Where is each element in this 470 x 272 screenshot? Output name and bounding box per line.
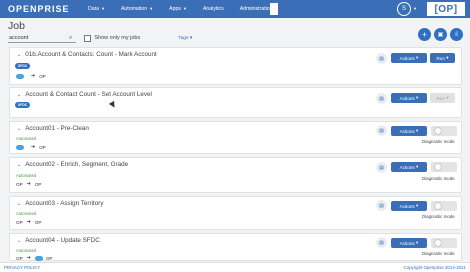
actions-button[interactable]: Actions ▾ [391, 53, 427, 63]
main-nav: Data ▼ Automation ▼ Apps ▼ Analytics Admini… [88, 6, 295, 12]
briefcase-icon: ▣ [437, 32, 444, 38]
job-search-input[interactable] [8, 33, 76, 43]
job-flow: OP ➜ OP [16, 255, 53, 261]
job-card[interactable]: ⌄ Account04 - Update SFDC Automated OP ➜ … [9, 233, 462, 261]
chevron-down-icon: ▼ [149, 6, 154, 11]
arrow-right-icon: ➜ [31, 144, 36, 150]
diagnostic-mode-label: Diagnostic mode [422, 176, 455, 181]
import-icon: ⇩ [453, 32, 460, 38]
toggle-knob [434, 202, 442, 210]
user-avatar[interactable]: S [397, 2, 411, 16]
page-title: Job [8, 20, 25, 32]
tag-badge: SFDC [15, 63, 31, 69]
arrow-right-icon: ➜ [26, 181, 31, 187]
diagnostic-mode-label: Diagnostic mode [422, 214, 455, 219]
show-only-my-jobs-checkbox[interactable] [84, 34, 92, 42]
document-icon[interactable]: ▤ [376, 200, 387, 211]
toggle-knob [434, 127, 442, 135]
tags-dropdown[interactable]: Tags ▾ [178, 36, 192, 41]
diagnostic-mode-toggle[interactable] [431, 238, 457, 248]
job-title[interactable]: ⌄ Account03 - Assign Territory [17, 200, 103, 207]
page-footer: PRIVACY POLICY Copyright Openprise 2014-… [0, 262, 470, 272]
chevron-down-icon[interactable]: ⌄ [17, 92, 21, 98]
chevron-down-icon[interactable]: ⌄ [17, 162, 21, 168]
global-search-box[interactable] [270, 3, 278, 15]
job-card[interactable]: ⌄ Account02 - Enrich, Segment, Grade Auto… [9, 157, 462, 193]
arrow-right-icon: ➜ [26, 219, 31, 225]
diagnostic-mode-toggle[interactable] [431, 201, 457, 211]
status-label: Automated [16, 136, 37, 141]
show-only-my-jobs-label: Show only my jobs [94, 35, 141, 41]
copyright-text: Copyright Openprise 2014-2021 [403, 265, 467, 270]
import-job-button[interactable]: ⇩ [450, 28, 463, 41]
job-card[interactable]: ⌄ Account & Contact Count - Set Account L… [9, 87, 462, 118]
actions-button[interactable]: Actions ▾ [391, 162, 427, 172]
job-title[interactable]: ⌄ Account01 - Pre-Clean [17, 125, 89, 132]
salesforce-cloud-icon [34, 255, 43, 261]
diagnostic-mode-label: Diagnostic mode [422, 251, 455, 256]
add-job-button[interactable]: + [418, 28, 431, 41]
toggle-knob [434, 239, 442, 247]
chevron-down-icon[interactable]: ⌄ [17, 52, 21, 58]
job-flow: ➜ OP [16, 144, 46, 150]
chevron-down-icon[interactable]: ⌄ [17, 126, 21, 132]
document-icon[interactable]: ▤ [376, 125, 387, 136]
privacy-policy-link[interactable]: PRIVACY POLICY [4, 265, 40, 270]
nav-analytics[interactable]: Analytics [203, 6, 224, 12]
run-button[interactable]: Run ▾ [430, 53, 455, 63]
status-label: Automated [16, 173, 37, 178]
job-flow: ➜ OP [16, 73, 46, 79]
diagnostic-mode-label: Diagnostic mode [422, 139, 455, 144]
actions-button[interactable]: Actions ▾ [391, 238, 427, 248]
document-icon[interactable]: ▤ [376, 53, 387, 64]
nav-automation[interactable]: Automation ▼ [121, 6, 153, 12]
job-library-button[interactable]: ▣ [434, 28, 447, 41]
tag-badge: SFDC [15, 102, 31, 108]
plus-icon: + [422, 30, 427, 39]
chevron-down-icon[interactable]: ⌄ [17, 201, 21, 207]
chevron-down-icon[interactable]: ⌄ [17, 238, 21, 244]
diagnostic-mode-toggle[interactable] [431, 162, 457, 172]
document-icon[interactable]: ▤ [376, 237, 387, 248]
job-title[interactable]: ⌄ Account02 - Enrich, Segment, Grade [17, 161, 128, 168]
actions-button[interactable]: Actions ▾ [391, 126, 427, 136]
status-label: Automated [16, 211, 37, 216]
run-button: Run ▾ [430, 93, 455, 103]
toggle-knob [434, 163, 442, 171]
salesforce-cloud-icon [16, 73, 24, 79]
app-logo[interactable]: OPENPRISE [8, 4, 82, 14]
job-flow: OP ➜ OP [16, 219, 42, 225]
actions-button[interactable]: Actions ▾ [391, 93, 427, 103]
job-card[interactable]: ⌄ 01b.Account & Contacts: Count - Mark Ac… [9, 47, 462, 85]
openprise-brand-icon: [OP] [426, 1, 466, 17]
diagnostic-mode-toggle[interactable] [431, 126, 457, 136]
chevron-down-icon: ▼ [182, 6, 187, 11]
job-card[interactable]: ⌄ Account03 - Assign Territory Automated … [9, 196, 462, 230]
document-icon[interactable]: ▤ [376, 93, 387, 104]
chevron-down-icon: ▼ [100, 6, 105, 11]
document-icon[interactable]: ▤ [376, 162, 387, 173]
nav-apps[interactable]: Apps ▼ [169, 6, 187, 12]
actions-button[interactable]: Actions ▾ [391, 201, 427, 211]
nav-data[interactable]: Data ▼ [88, 6, 105, 12]
top-nav-bar: OPENPRISE Data ▼ Automation ▼ Apps ▼ Analyt… [0, 0, 470, 18]
job-title[interactable]: ⌄ Account04 - Update SFDC [17, 237, 100, 244]
search-icon[interactable]: ⌕ [69, 35, 72, 42]
salesforce-cloud-icon [16, 144, 24, 150]
status-label: Automated [16, 248, 37, 253]
arrow-right-icon: ➜ [31, 73, 36, 79]
job-title[interactable]: ⌄ 01b.Account & Contacts: Count - Mark Ac… [17, 51, 157, 58]
job-flow: OP ➜ OP [16, 181, 42, 187]
chevron-down-icon[interactable]: ▼ [413, 6, 417, 11]
arrow-right-icon: ➜ [26, 255, 31, 261]
job-title[interactable]: ⌄ Account & Contact Count - Set Account L… [17, 91, 152, 98]
job-filters: ⌕ Show only my jobs Tags ▾ [8, 33, 192, 43]
job-card[interactable]: ⌄ Account01 - Pre-Clean Automated ➜ OP ▤ … [9, 121, 462, 154]
